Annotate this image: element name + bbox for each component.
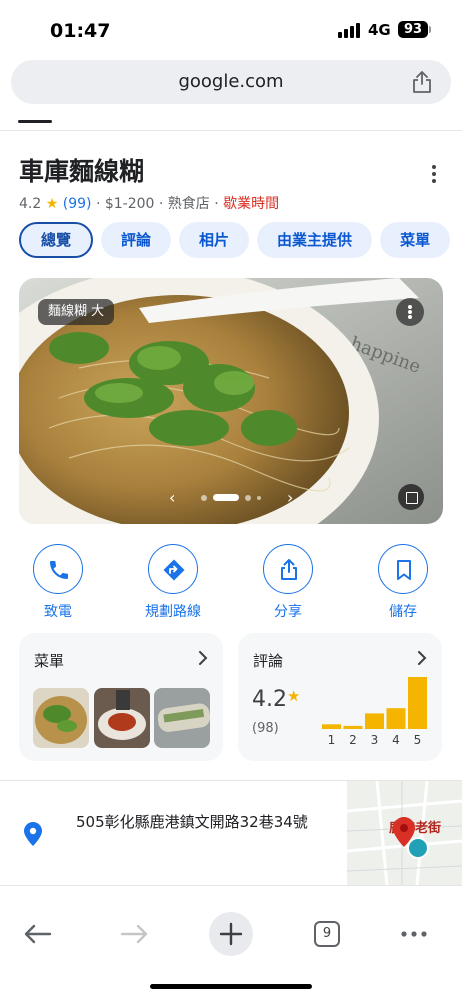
address-text[interactable]: 505彰化縣鹿港鎮文開路32巷34號 — [76, 811, 326, 833]
url-text[interactable]: google.com — [11, 71, 451, 92]
divider — [0, 130, 462, 131]
directions-button[interactable]: 規劃路線 — [128, 544, 218, 621]
action-bar: 致電 規劃路線 分享 儲存 — [0, 544, 462, 624]
camera-icon — [407, 837, 429, 859]
divider — [0, 885, 462, 886]
rating-value: 4.2 — [19, 196, 42, 212]
histogram-label-1: 1 — [328, 733, 336, 747]
tab-reviews[interactable]: 評論 — [101, 222, 172, 258]
more-horizontal-icon[interactable] — [392, 912, 436, 956]
menu-card-title: 菜單 — [34, 652, 65, 670]
photo-prev-icon[interactable]: ‹ — [169, 488, 175, 507]
address-row[interactable]: 505彰化縣鹿港鎮文開路32巷34號 鹿港老街 — [0, 781, 462, 885]
menu-photo-thumb[interactable] — [154, 688, 210, 748]
meta-separator: · — [95, 196, 101, 212]
clock: 01:47 — [50, 20, 111, 42]
location-pin-icon — [24, 822, 42, 846]
share-icon[interactable] — [411, 70, 433, 94]
histogram-label-4: 4 — [392, 733, 400, 747]
call-label: 致電 — [44, 604, 72, 620]
histogram-bar-2 — [343, 725, 363, 729]
browser-toolbar — [0, 900, 462, 970]
photo-caption: 麵線糊 大 — [38, 299, 115, 325]
share-label: 分享 — [274, 604, 302, 620]
call-button[interactable]: 致電 — [13, 544, 103, 621]
place-meta: 4.2 ★ (99) · $1-200 · 熟食店 · 歇業時間 — [19, 193, 279, 213]
section-tabs: 總覽 評論 相片 由業主提供 菜單 — [19, 222, 462, 262]
histogram-bar-3 — [365, 713, 384, 729]
histogram-bar-5 — [408, 677, 427, 729]
save-button[interactable]: 儲存 — [358, 544, 448, 621]
tab-photos[interactable]: 相片 — [179, 222, 250, 258]
histogram-bar-1 — [322, 724, 341, 729]
save-label: 儲存 — [389, 604, 417, 620]
directions-label: 規劃路線 — [145, 604, 201, 620]
status-bar: 01:47 4G 93 — [0, 0, 462, 56]
price-range: $1-200 — [104, 196, 155, 212]
back-icon[interactable] — [16, 912, 60, 956]
forward-icon[interactable] — [112, 912, 156, 956]
photo-more-icon[interactable] — [396, 298, 424, 326]
review-count-link[interactable]: (99) — [63, 196, 92, 212]
photo-pagination — [201, 493, 267, 501]
share-button[interactable]: 分享 — [243, 544, 333, 621]
signal-icon — [338, 22, 362, 38]
photo-next-icon[interactable]: › — [287, 488, 293, 507]
directions-icon[interactable] — [148, 544, 198, 594]
tab-menu[interactable]: 菜單 — [380, 222, 451, 258]
battery-tip — [429, 26, 431, 33]
hours-status[interactable]: 歇業時間 — [223, 196, 279, 212]
reviews-card[interactable]: 評論 4.2★ (98) 12345 — [238, 633, 442, 761]
chevron-right-icon[interactable] — [416, 651, 428, 665]
reviews-card-title: 評論 — [253, 652, 284, 670]
tab-owner-provided[interactable]: 由業主提供 — [257, 222, 373, 258]
phone-icon[interactable] — [33, 544, 83, 594]
menu-card[interactable]: 菜單 — [19, 633, 223, 761]
reviews-rating: 4.2★ — [252, 687, 300, 712]
histogram-bar-4 — [386, 708, 406, 729]
more-options-icon[interactable] — [428, 165, 440, 185]
histogram-label-3: 3 — [371, 733, 379, 747]
battery-icon: 93 — [398, 21, 428, 38]
meta-separator: · — [158, 196, 164, 212]
chevron-right-icon[interactable] — [197, 651, 209, 665]
star-icon: ★ — [287, 687, 301, 705]
share-icon[interactable] — [263, 544, 313, 594]
tab-overview[interactable]: 總覽 — [19, 222, 94, 258]
home-indicator — [150, 984, 312, 989]
new-tab-button[interactable] — [209, 912, 253, 956]
star-icon: ★ — [45, 196, 59, 212]
place-photo[interactable]: happine 麵線糊 大 ‹ › — [19, 278, 443, 524]
histogram-label-2: 2 — [349, 733, 357, 747]
reviews-count: (98) — [252, 721, 279, 736]
active-tab-indicator — [18, 120, 52, 123]
plus-icon — [219, 922, 243, 946]
reviews-rating-value: 4.2 — [252, 687, 287, 712]
map-thumbnail[interactable]: 鹿港老街 — [347, 781, 462, 885]
menu-photo-thumb[interactable] — [33, 688, 89, 748]
fullscreen-icon[interactable] — [398, 484, 424, 510]
place-title: 車庫麵線糊 — [19, 157, 145, 186]
meta-separator: · — [214, 196, 219, 212]
address-bar[interactable]: google.com — [11, 60, 451, 104]
menu-photo-thumb[interactable] — [94, 688, 150, 748]
network-type: 4G — [368, 21, 391, 39]
histogram-label-5: 5 — [414, 733, 422, 747]
rating-histogram: 12345 — [322, 677, 427, 747]
bookmark-icon[interactable] — [378, 544, 428, 594]
tabs-count-button[interactable]: 9 — [314, 921, 340, 947]
category: 熟食店 — [167, 196, 210, 212]
